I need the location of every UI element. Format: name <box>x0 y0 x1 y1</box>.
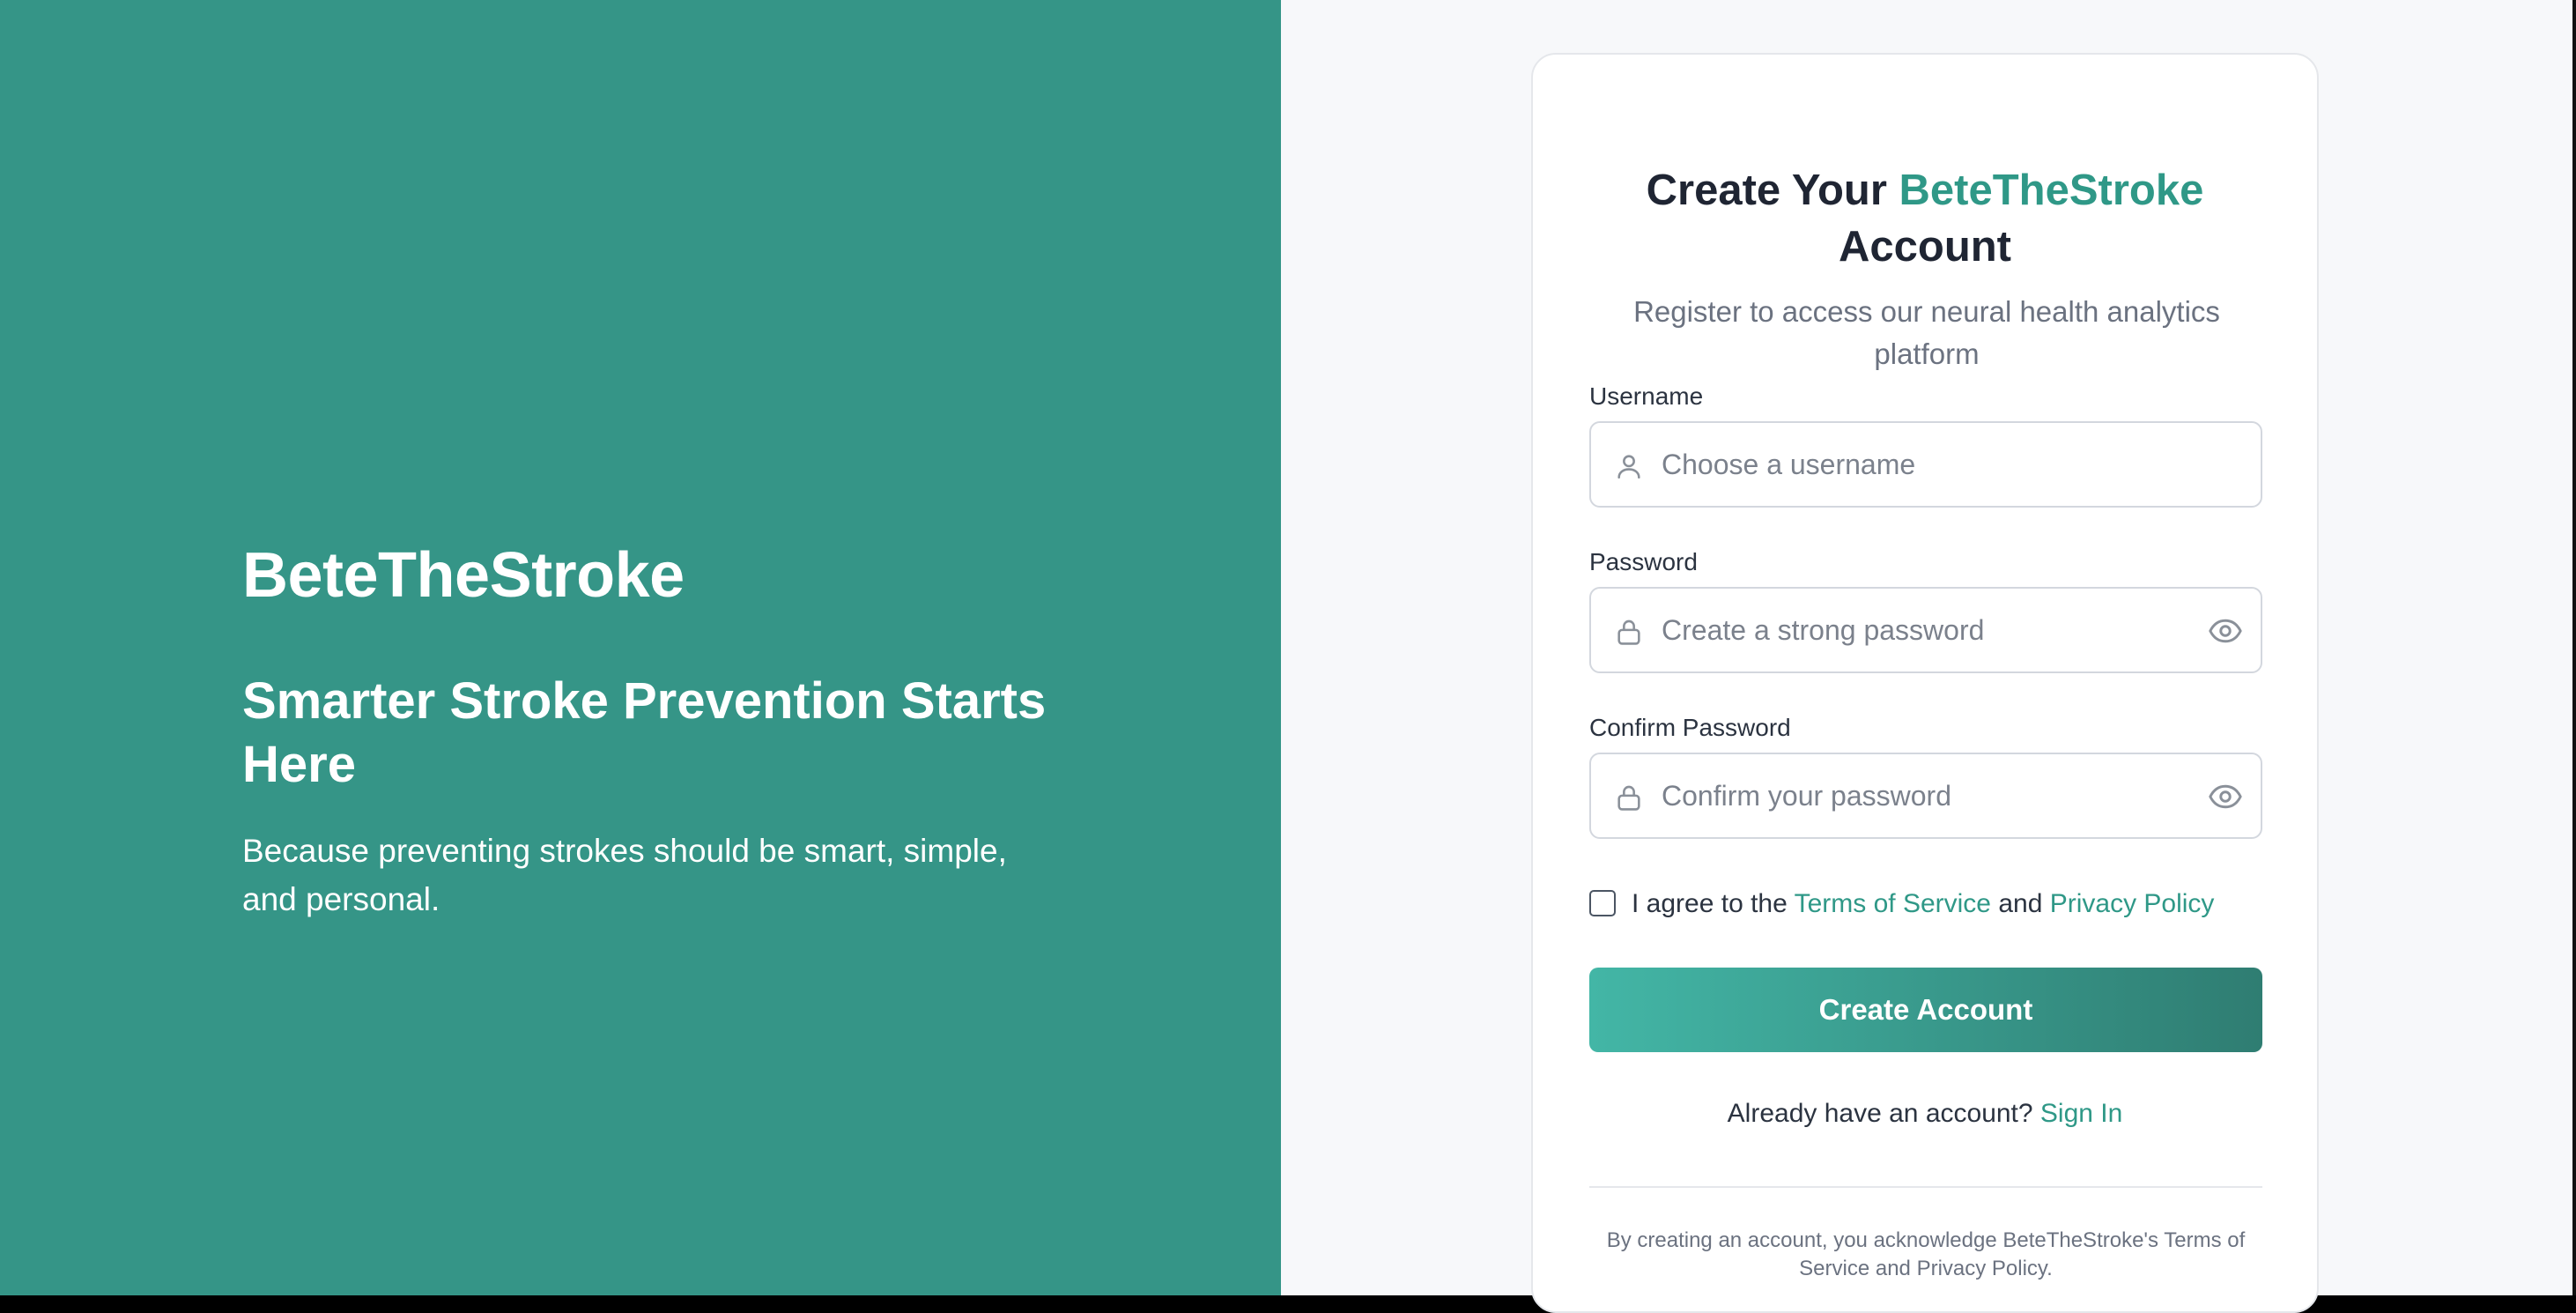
title-prefix: Create Your <box>1646 167 1899 214</box>
lock-icon <box>1617 619 1640 645</box>
hero-tagline: Smarter Stroke Prevention Starts Here <box>242 672 1047 793</box>
user-icon <box>1617 455 1640 479</box>
confirm-password-field[interactable] <box>1589 753 2262 839</box>
password-input[interactable] <box>1662 589 2155 671</box>
brand-name: BeteTheStroke <box>242 540 685 611</box>
signin-prompt-text: Already have an account? <box>1727 1099 2040 1128</box>
hero-panel: BeteTheStroke Smarter Stroke Prevention … <box>0 0 1281 1295</box>
confirm-password-input[interactable] <box>1662 754 2155 837</box>
form-intro: Register to access our neural health ana… <box>1633 295 2220 370</box>
title-brand: BeteTheStroke <box>1899 167 2204 214</box>
username-input[interactable] <box>1662 423 2155 506</box>
confirm-password-label: Confirm Password <box>1589 714 1791 741</box>
eye-icon[interactable] <box>2208 615 2243 647</box>
divider <box>1589 1186 2262 1188</box>
legal-notice: By creating an account, you acknowledge … <box>1606 1228 2246 1280</box>
window-edge <box>2572 0 2576 1295</box>
create-account-button[interactable]: Create Account <box>1589 968 2262 1052</box>
privacy-policy-link[interactable]: Privacy Policy <box>2050 889 2215 918</box>
hero-subtitle: Because preventing strokes should be sma… <box>242 833 1007 917</box>
username-field[interactable] <box>1589 421 2262 508</box>
terms-checkbox[interactable] <box>1589 890 1616 916</box>
eye-icon[interactable] <box>2208 781 2243 812</box>
password-label: Password <box>1589 548 1698 575</box>
signup-card: Create Your BeteTheStroke Account Regist… <box>1531 53 2319 1313</box>
agree-prefix: I agree to the <box>1632 889 1795 918</box>
lock-icon <box>1617 785 1640 811</box>
terms-of-service-link[interactable]: Terms of Service <box>1795 889 1991 918</box>
terms-agreement-text: I agree to the Terms of Service and Priv… <box>1632 886 2214 922</box>
agree-and: and <box>1990 889 2050 918</box>
signin-prompt: Already have an account? Sign In <box>1533 1096 2317 1131</box>
title-suffix: Account <box>1839 223 2011 271</box>
form-title: Create Your BeteTheStroke Account <box>1533 162 2317 275</box>
sign-in-link[interactable]: Sign In <box>2040 1099 2122 1128</box>
password-field[interactable] <box>1589 587 2262 673</box>
username-label: Username <box>1589 382 1704 410</box>
